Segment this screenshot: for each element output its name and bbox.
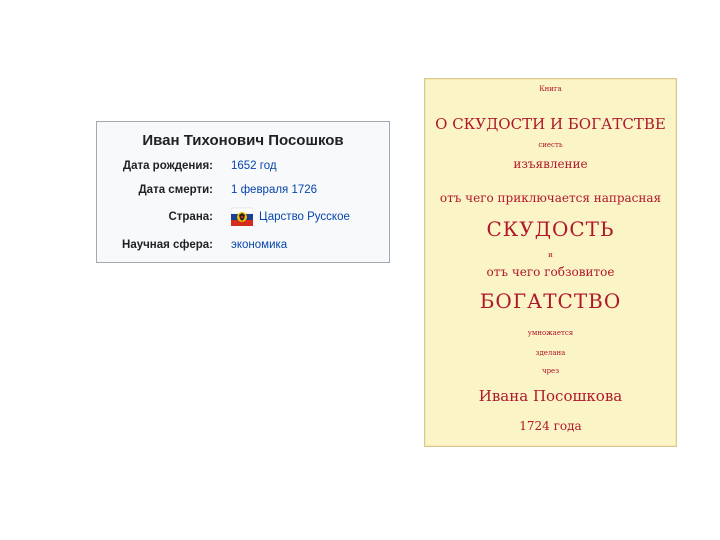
manuscript-title-page: Книга О СКУДОСТИ И БОГАТСТВЕ сиесть изъя… [424, 78, 677, 447]
ms-line-skudost: СКУДОСТЬ [486, 217, 615, 241]
death-date-link[interactable]: 1 февраля 1726 [231, 184, 317, 196]
death-date-label: Дата смерти: [138, 184, 213, 196]
infobox: Иван Тихонович Посошков Дата рождения: 1… [96, 121, 390, 263]
country-label: Страна: [168, 211, 213, 223]
ms-line-author: Ивана Посошкова [478, 387, 623, 405]
ms-line-bogatstvo: БОГАТСТВО [479, 289, 622, 313]
infobox-row-field: Научная сфера: экономика [97, 239, 389, 257]
ms-line-umnozhaetsya: умножается [527, 329, 574, 337]
country-link[interactable]: Царство Русское [259, 211, 350, 223]
ms-line-chrez: чрез [541, 367, 560, 375]
field-link[interactable]: экономика [231, 239, 287, 251]
birth-date-link[interactable]: 1652 год [231, 160, 277, 172]
ms-line-i: и [548, 251, 553, 259]
ms-line-year: 1724 года [519, 419, 582, 433]
infobox-row-death: Дата смерти: 1 февраля 1726 [97, 184, 389, 202]
ms-line-kniga: Книга [539, 85, 562, 93]
birth-date-label: Дата рождения: [122, 160, 213, 172]
ms-line-title: О СКУДОСТИ И БОГАТСТВЕ [435, 115, 666, 133]
ms-line-ot-chego-1: отъ чего приключается напрасная [439, 191, 662, 205]
russian-tsardom-flag-icon[interactable] [231, 206, 253, 228]
ms-line-izyavlenie: изъявление [513, 157, 588, 171]
infobox-row-birth: Дата рождения: 1652 год [97, 160, 389, 178]
ms-line-zdelana: зделана [535, 349, 566, 357]
infobox-row-country: Страна: Царство Русское [97, 207, 389, 229]
field-label: Научная сфера: [122, 239, 213, 251]
ms-line-ot-chego-2: отъ чего гобзовитое [486, 265, 615, 279]
ms-line-siest: сиесть [538, 141, 563, 149]
infobox-title: Иван Тихонович Посошков [142, 132, 344, 149]
